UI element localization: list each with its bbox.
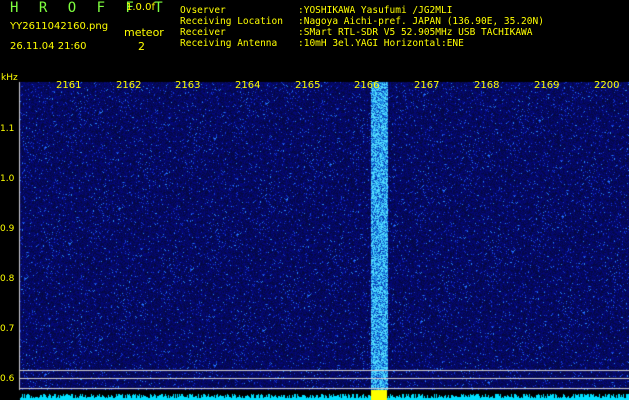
- x-tick-label: 2166: [354, 80, 380, 91]
- y-tick-label: 0.8: [0, 274, 15, 284]
- station-row: Ovserver :YOSHIKAWA Yasufumi /JG2MLI: [180, 5, 544, 16]
- y-tick-label: 0.7: [0, 324, 15, 334]
- x-tick-label: 2163: [175, 80, 201, 91]
- station-value: :10mH 3el.YAGI Horizontal:ENE: [298, 38, 464, 49]
- station-row: Receiving Antenna :10mH 3el.YAGI Horizont…: [180, 38, 544, 49]
- meteor-count: 2: [138, 40, 145, 53]
- header-panel: H R O F F T 1.0.0f YY2611042160.png 26.1…: [0, 0, 629, 78]
- x-tick-label: 2167: [414, 80, 440, 91]
- version-label: 1.0.0f: [126, 2, 155, 13]
- station-row: Receiving Location :Nagoya Aichi-pref. JA…: [180, 16, 544, 27]
- y-tick-label: 0.9: [0, 224, 15, 234]
- y-unit-label: kHz: [1, 73, 18, 83]
- station-key: Receiver: [180, 27, 226, 38]
- x-tick-label: 2161: [56, 80, 82, 91]
- x-tick-label: 2162: [116, 80, 142, 91]
- station-value: :YOSHIKAWA Yasufumi /JG2MLI: [298, 5, 453, 16]
- station-key: Ovserver: [180, 5, 226, 16]
- y-tick-label: 1.0: [0, 174, 15, 184]
- datetime-label: 26.11.04 21:60: [10, 41, 87, 52]
- x-tick-label: 2164: [235, 80, 261, 91]
- station-value: :Nagoya Aichi-pref. JAPAN (136.90E, 35.2…: [298, 16, 544, 27]
- station-key: Receiving Antenna: [180, 38, 278, 49]
- x-tick-label: 2168: [474, 80, 500, 91]
- station-value: :SMart RTL-SDR V5 52.905MHz USB TACHIKAW…: [298, 27, 533, 38]
- x-tick-label: 2169: [534, 80, 560, 91]
- meteor-label: meteor: [124, 26, 164, 39]
- y-tick-label: 1.1: [0, 124, 15, 134]
- y-tick-label: 0.6: [0, 374, 15, 384]
- x-tick-label: 2165: [295, 80, 321, 91]
- station-row: Receiver :SMart RTL-SDR V5 52.905MHz USB …: [180, 27, 544, 38]
- station-key: Receiving Location: [180, 16, 283, 27]
- spectrogram-canvas: [0, 78, 629, 400]
- x-tick-label: 2200: [594, 80, 620, 91]
- station-info: Ovserver :YOSHIKAWA Yasufumi /JG2MLI Rece…: [180, 5, 544, 49]
- filename-label: YY2611042160.png: [10, 21, 109, 32]
